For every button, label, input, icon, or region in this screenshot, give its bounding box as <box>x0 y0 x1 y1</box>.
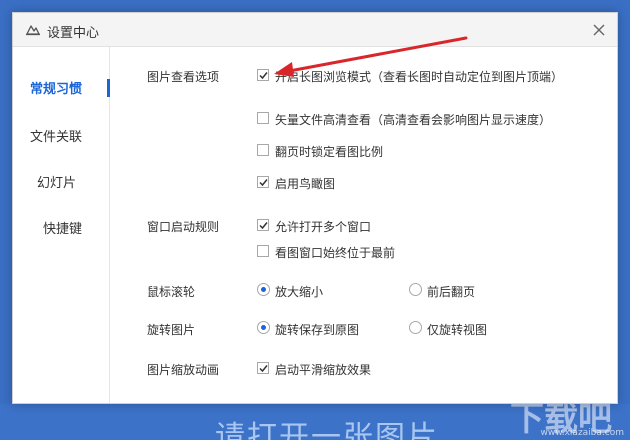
option-label: 旋转保存到原图 <box>275 323 360 337</box>
watermark-url: www.xiazaiba.com <box>540 428 624 438</box>
checkmark-icon <box>259 222 268 230</box>
sidebar-item-file-association[interactable]: 文件关联 <box>13 120 110 150</box>
option-label: 矢量文件高清查看（高清查看会影响图片显示速度） <box>275 113 552 127</box>
radio-dot <box>261 325 266 330</box>
settings-dialog: 设置中心 常规习惯 文件关联 幻灯片 快捷键 图片查看选项 开启长图浏览模式（查… <box>12 12 618 404</box>
checkbox[interactable] <box>257 69 269 81</box>
title-bar: 设置中心 <box>13 13 617 47</box>
checkbox[interactable] <box>257 112 269 124</box>
settings-sidebar: 常规习惯 文件关联 幻灯片 快捷键 <box>13 47 110 403</box>
option-label: 仅旋转视图 <box>427 323 488 337</box>
option-label: 启用鸟瞰图 <box>275 177 336 191</box>
option-label: 前后翻页 <box>427 285 476 299</box>
option-label: 放大缩小 <box>275 285 324 299</box>
section-label-window: 窗口启动规则 <box>147 220 220 234</box>
option-label: 看图窗口始终位于最前 <box>275 246 396 260</box>
checkbox[interactable] <box>257 362 269 374</box>
option-label: 翻页时锁定看图比例 <box>275 145 384 159</box>
checkmark-icon <box>259 179 268 187</box>
checkbox[interactable] <box>257 176 269 188</box>
option-label: 允许打开多个窗口 <box>275 220 372 234</box>
radio-button[interactable] <box>257 283 270 296</box>
sidebar-item-label: 常规习惯 <box>30 82 83 97</box>
radio-button[interactable] <box>257 321 270 334</box>
radio-dot <box>261 287 266 292</box>
close-icon[interactable] <box>589 20 609 40</box>
cloud-icon <box>26 25 40 36</box>
radio-button[interactable] <box>409 321 422 334</box>
option-label: 开启长图浏览模式（查看长图时自动定位到图片顶端） <box>275 70 564 84</box>
open-image-prompt[interactable]: 请打开一张图片 <box>215 412 439 440</box>
active-tab-indicator <box>107 79 110 97</box>
sidebar-item-general[interactable]: 常规习惯 <box>13 72 110 102</box>
radio-button[interactable] <box>409 283 422 296</box>
dialog-title: 设置中心 <box>47 26 100 41</box>
sidebar-item-label: 快捷键 <box>43 222 83 237</box>
section-label-rotate: 旋转图片 <box>147 323 196 337</box>
sidebar-item-slideshow[interactable]: 幻灯片 <box>13 166 110 196</box>
checkmark-icon <box>259 72 268 80</box>
sidebar-item-shortcuts[interactable]: 快捷键 <box>13 212 110 242</box>
checkbox[interactable] <box>257 144 269 156</box>
option-label: 启动平滑缩放效果 <box>275 363 372 377</box>
checkmark-icon <box>259 365 268 373</box>
section-label-zoom-animation: 图片缩放动画 <box>147 363 220 377</box>
checkbox[interactable] <box>257 245 269 257</box>
section-label-view: 图片查看选项 <box>147 70 220 84</box>
sidebar-item-label: 文件关联 <box>30 130 83 145</box>
settings-content: 图片查看选项 开启长图浏览模式（查看长图时自动定位到图片顶端） 矢量文件高清查看… <box>111 47 617 403</box>
sidebar-item-label: 幻灯片 <box>37 176 77 191</box>
section-label-wheel: 鼠标滚轮 <box>147 285 196 299</box>
checkbox[interactable] <box>257 219 269 231</box>
